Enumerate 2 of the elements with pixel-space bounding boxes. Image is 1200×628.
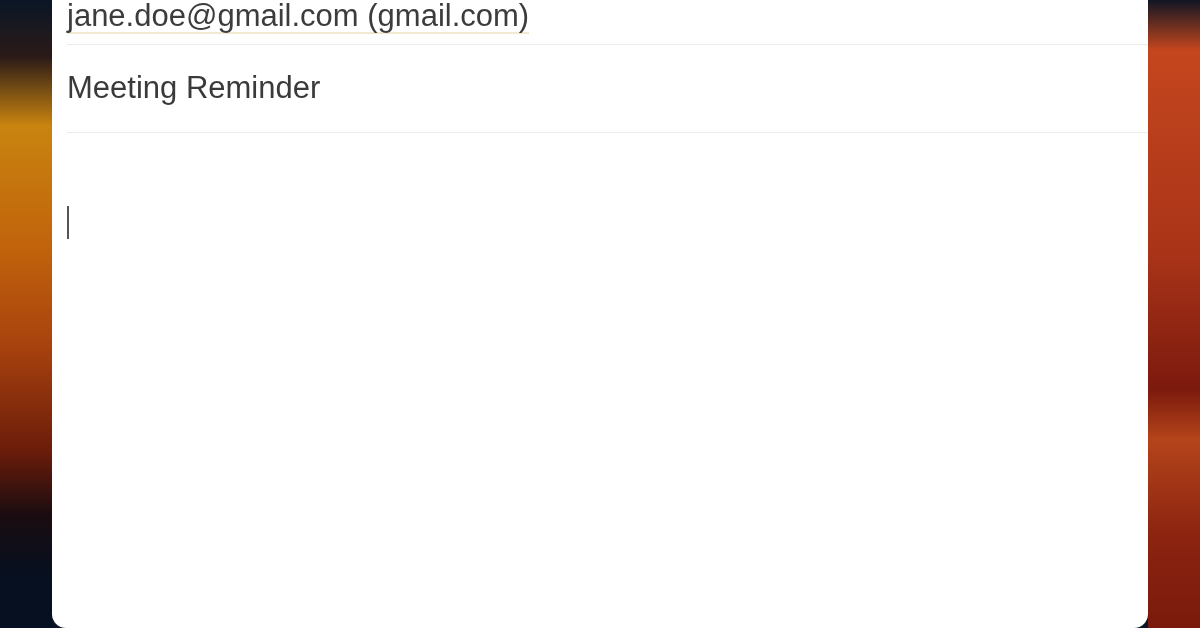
sender-field[interactable]: jane.doe@gmail.com (gmail.com) [67, 0, 530, 34]
subject-field[interactable]: Meeting Reminder [67, 69, 321, 108]
